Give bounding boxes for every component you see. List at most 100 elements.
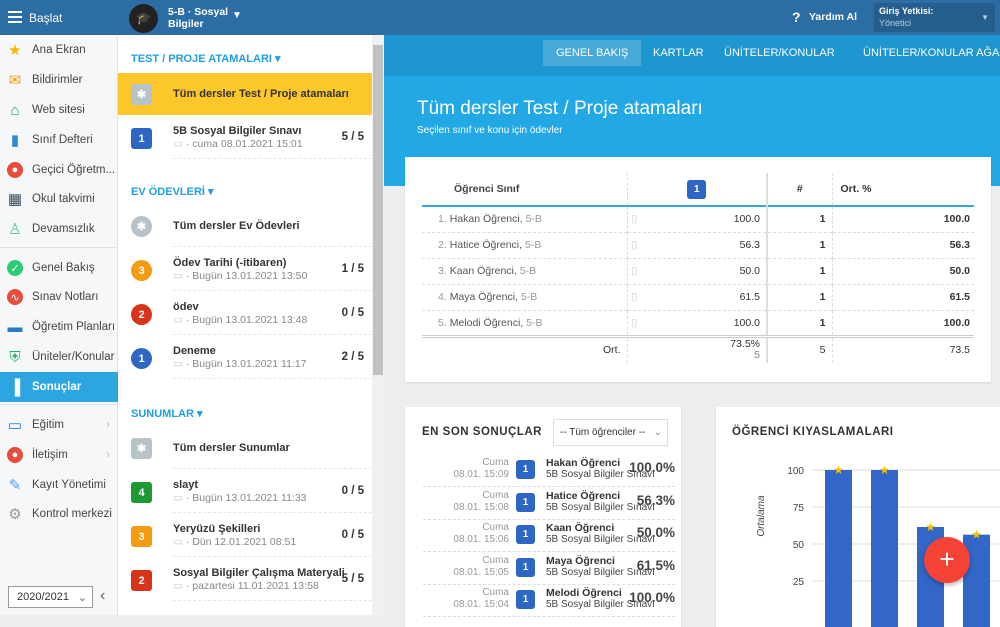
open-book-icon: ▭	[7, 417, 23, 434]
mail-icon: ✉	[8, 72, 22, 89]
section-presentations[interactable]: SUNUMLAR ▾	[131, 407, 203, 420]
group-icon: ▭	[173, 580, 183, 592]
help-icon[interactable]: ?	[792, 9, 801, 25]
recent-result-item[interactable]: Cuma 08.01. 15:06 1 Kaan Öğrenci 5B Sosya…	[423, 520, 675, 552]
tab-3[interactable]: ÜNİTELER/KONULAR AĞACI	[863, 47, 1000, 59]
start-label[interactable]: Başlat	[29, 11, 62, 25]
sidebar-item-8[interactable]: ∿ Sınav Notları	[0, 282, 118, 312]
tab-0[interactable]: GENEL BAKIŞ	[543, 40, 642, 66]
tab-2[interactable]: ÜNİTELER/KONULAR	[724, 47, 835, 59]
sidebar-item-9[interactable]: ▬ Öğretim Planları	[0, 312, 118, 342]
all-icon: ✱	[131, 84, 152, 105]
item-title: Tüm dersler Test / Proje atamaları	[173, 88, 349, 100]
list-item[interactable]: ✱ Tüm dersler Test / Proje atamaları	[118, 73, 372, 115]
list-item[interactable]: 2 ödev ▭ · Bugün 13.01.2021 13:48 0 / 5	[118, 293, 372, 335]
sidebar-item-0[interactable]: ★ Ana Ekran	[0, 35, 118, 65]
recent-result-item[interactable]: Cuma 08.01. 15:04 1 Melodi Öğrenci 5B Sos…	[423, 585, 675, 617]
chart-icon: ∿	[7, 289, 23, 305]
list-item[interactable]: 3 Yeryüzü Şekilleri ▭ · Dün 12.01.2021 0…	[118, 515, 372, 557]
item-date: ▭ · cuma 08.01.2021 15:01	[173, 138, 303, 150]
list-item[interactable]: 4 slayt ▭ · Bugün 13.01.2021 11:33 0 / 5	[118, 471, 372, 513]
sidebar-item-label: Ana Ekran	[32, 44, 86, 56]
menu-icon[interactable]	[8, 11, 22, 23]
list-item[interactable]: ✱ Tüm dersler Sunumlar	[118, 427, 372, 469]
tab-1[interactable]: KARTLAR	[653, 47, 704, 59]
list-item[interactable]: 2 Sosyal Bilgiler Çalışma Materyali ▭ · …	[118, 559, 372, 601]
help-link[interactable]: Yardım Al	[809, 11, 857, 23]
auth-select[interactable]: Giriş Yetkisi: Yönetici ▼	[874, 3, 995, 32]
year-select[interactable]: 2020/2021 ⌄	[8, 586, 93, 608]
item-title: Tüm dersler Sunumlar	[173, 442, 290, 454]
badge-3: 3	[131, 260, 152, 281]
table-row[interactable]: 1. Hakan Öğrenci, 5-B ▯ 100.0 1 100.0	[422, 206, 974, 232]
section-tests[interactable]: TEST / PROJE ATAMALARI ▾	[131, 52, 281, 65]
table-row[interactable]: 2. Hatice Öğrenci, 5-B ▯ 56.3 1 56.3	[422, 232, 974, 258]
student-filter-select[interactable]: -- Tüm öğrenciler -- ⌄	[553, 419, 668, 446]
section-homework[interactable]: EV ÖDEVLERİ ▾	[131, 185, 214, 198]
item-date: ▭ · Bugün 13.01.2021 13:50	[173, 270, 308, 282]
list-item[interactable]: 3 Ödev Tarihi (-itibaren) ▭ · Bugün 13.0…	[118, 249, 372, 291]
item-title: Sosyal Bilgiler Çalışma Materyali	[173, 567, 345, 579]
sidebar: ★ Ana Ekran ✉ Bildirimler ⌂ Web sitesi ▮ Sınıf …	[0, 35, 118, 615]
badge-2: 2	[131, 570, 152, 591]
star-icon: ★	[833, 463, 844, 477]
item-title: Yeryüzü Şekilleri	[173, 523, 261, 535]
sidebar-item-5[interactable]: ▦ Okul takvimi	[0, 184, 118, 214]
footer-count: 5	[819, 344, 826, 357]
sidebar-item-4[interactable]: ● Geçici Öğretm...	[0, 155, 118, 185]
list-item[interactable]: 1 5B Sosyal Bilgiler Sınavı ▭ · cuma 08.…	[118, 117, 372, 159]
collapse-sidebar-icon[interactable]: ‹	[100, 587, 105, 605]
item-title: 5B Sosyal Bilgiler Sınavı	[173, 125, 302, 137]
sidebar-item-2[interactable]: ⌂ Web sitesi	[0, 95, 118, 125]
sidebar-item-label: Web sitesi	[32, 104, 85, 116]
scrollbar[interactable]	[372, 35, 384, 615]
table-row[interactable]: 5. Melodi Öğrenci, 5-B ▯ 100.0 1 100.0	[422, 310, 974, 336]
chevron-right-icon: ›	[106, 449, 110, 461]
student-name: Kaan Öğrenci,	[449, 265, 517, 277]
recent-result-item[interactable]: Cuma 08.01. 15:05 1 Maya Öğrenci 5B Sosya…	[423, 553, 675, 585]
recent-result-item[interactable]: Cuma 08.01. 15:09 1 Hakan Öğrenci 5B Sosy…	[423, 455, 675, 487]
col-test[interactable]: 1	[626, 173, 768, 206]
monitor-icon: ▭	[173, 270, 183, 282]
sidebar-item-6[interactable]: ♙ Devamsızlık	[0, 214, 118, 244]
list-item[interactable]: ✱ Tüm dersler Ev Ödevleri	[118, 205, 372, 247]
col-avg[interactable]: Ort. %	[831, 173, 974, 206]
course-selector[interactable]: 5-B · Sosyal Bilgiler	[168, 6, 228, 30]
sidebar-item-14[interactable]: ✎ Kayıt Yönetimi	[0, 470, 118, 500]
sidebar-item-15[interactable]: ⚙ Kontrol merkezi	[0, 499, 118, 529]
item-count: 2 / 5	[341, 351, 364, 363]
add-fab-button[interactable]: +	[924, 537, 970, 583]
sidebar-item-label: Genel Bakış	[32, 262, 95, 274]
star-icon: ★	[879, 463, 890, 477]
sidebar-item-3[interactable]: ▮ Sınıf Defteri	[0, 125, 118, 155]
col-count[interactable]: #	[767, 173, 832, 206]
list-item[interactable]: 1 Deneme ▭ · Bugün 13.01.2021 11:17 2 / …	[118, 337, 372, 379]
sidebar-item-13[interactable]: ● İletişim ›	[0, 440, 118, 470]
table-row[interactable]: 3. Kaan Öğrenci, 5-B ▯ 50.0 1 50.0	[422, 258, 974, 284]
all-icon: ✱	[131, 438, 152, 459]
sidebar-item-1[interactable]: ✉ Bildirimler	[0, 65, 118, 95]
bar	[871, 470, 898, 627]
item-title: ödev	[173, 301, 199, 313]
col-student[interactable]: Öğrenci Sınıf	[422, 173, 627, 206]
recent-title: EN SON SONUÇLAR	[422, 426, 542, 438]
badge-1: 1	[131, 128, 152, 149]
document-icon: ▯	[631, 213, 638, 226]
chevron-down-icon[interactable]: ▼	[232, 10, 242, 21]
recent-result-item[interactable]: Cuma 08.01. 15:08 1 Hatice Öğrenci 5B Sos…	[423, 488, 675, 520]
sidebar-item-10[interactable]: ⛨ Üniteler/Konular	[0, 342, 118, 372]
sidebar-item-label: Okul takvimi	[32, 193, 95, 205]
chat-icon: ●	[7, 447, 23, 463]
sidebar-item-11[interactable]: ▐ Sonuçlar	[0, 372, 118, 402]
home-icon: ⌂	[10, 101, 20, 119]
sidebar-item-12[interactable]: ▭ Eğitim ›	[0, 410, 118, 440]
bar	[825, 470, 852, 627]
graduation-cap-icon[interactable]: 🎓	[129, 4, 158, 33]
item-date: ▭ · Bugün 13.01.2021 13:48	[173, 314, 308, 326]
item-count: 0 / 5	[341, 307, 364, 319]
sidebar-item-label: Öğretim Planları	[32, 321, 116, 333]
sidebar-item-7[interactable]: ✓ Genel Bakış	[0, 253, 118, 283]
table-row[interactable]: 4. Maya Öğrenci, 5-B ▯ 61.5 1 61.5	[422, 284, 974, 310]
tab-bar: GENEL BAKIŞ KARTLAR ÜNİTELER/KONULAR ÜNİTEL…	[384, 35, 1000, 76]
y-axis-label: Ortalama	[756, 495, 767, 537]
